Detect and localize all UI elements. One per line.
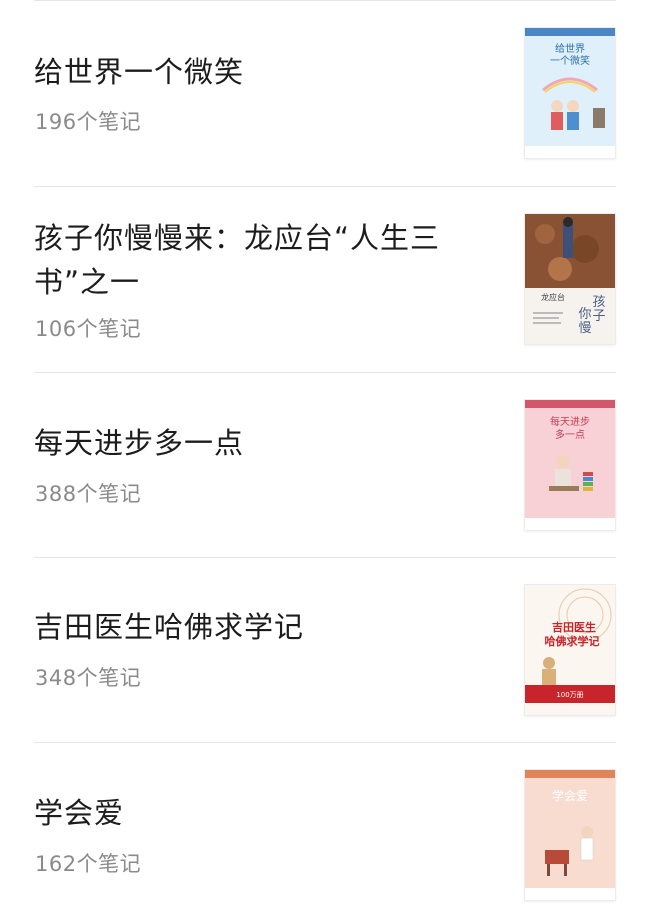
book-title: 每天进步多一点 [34,426,245,460]
svg-text:哈佛求学记: 哈佛求学记 [545,634,600,648]
book-item[interactable]: 学会爱 162个笔记 学会爱 [34,742,616,917]
book-cover: 学会爱 [525,770,615,900]
note-count: 196个笔记 [35,110,142,134]
book-title: 吉田医生哈佛求学记 [34,610,305,644]
book-title: 孩子你慢慢来：龙应台“人生三书”之一 [34,221,441,299]
book-item[interactable]: 每天进步多一点 388个笔记 每天进步 多一点 [34,372,616,558]
book-title: 学会爱 [34,796,125,830]
book-item[interactable]: 吉田医生哈佛求学记 348个笔记 吉田医生 哈佛求学记 100万册 [34,557,616,743]
svg-text:每天进步: 每天进步 [550,415,590,428]
svg-text:孩: 孩 [592,295,605,310]
svg-text:龙应台: 龙应台 [541,292,565,302]
note-count: 162个笔记 [35,852,142,876]
svg-text:给世界: 给世界 [555,42,585,55]
svg-text:多一点: 多一点 [555,428,585,441]
book-title: 给世界一个微笑 [34,55,245,89]
svg-text:慢: 慢 [578,320,591,336]
book-cover: 每天进步 多一点 [525,400,615,530]
book-cover: 龙应台 孩 子 你 慢 [525,214,615,344]
book-item[interactable]: 孩子你慢慢来：龙应台“人生三书”之一 106个笔记 龙应台 孩 子 你 慢 [34,186,616,372]
book-list: 给世界一个微笑 196个笔记 给世界 一个微笑 孩子你慢慢来：龙应台“人生三书”… [0,0,650,917]
note-count: 106个笔记 [35,317,142,341]
svg-text:你: 你 [578,307,591,322]
book-item[interactable]: 给世界一个微笑 196个笔记 给世界 一个微笑 [34,0,616,186]
svg-text:吉田医生: 吉田医生 [552,620,596,634]
svg-text:子: 子 [592,309,605,324]
svg-text:一个微笑: 一个微笑 [550,54,590,67]
note-count: 348个笔记 [35,666,142,690]
svg-text:学会爱: 学会爱 [552,788,588,803]
book-cover: 给世界 一个微笑 [525,28,615,158]
svg-text:100万册: 100万册 [556,691,583,699]
book-cover: 吉田医生 哈佛求学记 100万册 [525,585,615,715]
note-count: 388个笔记 [35,482,142,506]
